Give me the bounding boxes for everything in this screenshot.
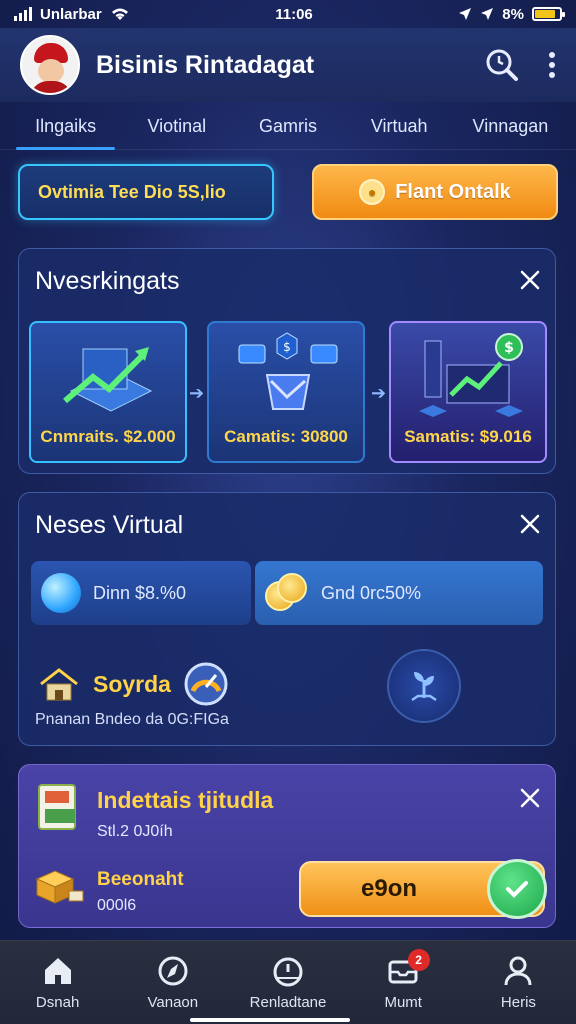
plant-icon xyxy=(411,672,437,702)
nav-home[interactable]: Dsnah xyxy=(0,941,115,1024)
investment-tile-3-label: Samatis: $9.016 xyxy=(404,427,532,446)
search-history-button[interactable] xyxy=(484,47,520,83)
tab-virtuah[interactable]: Virtuah xyxy=(344,102,455,150)
coin-icon: ● xyxy=(359,179,386,205)
nav-explore[interactable]: Vanaon xyxy=(115,941,230,1024)
nav-home-label: Dsnah xyxy=(35,994,80,1011)
tab-gamris[interactable]: Gamris xyxy=(232,102,343,150)
plant-button[interactable] xyxy=(387,649,461,723)
clock: 11:06 xyxy=(275,5,313,23)
house-icon xyxy=(40,668,78,701)
nav-profile-label: Heris xyxy=(500,994,536,1011)
promo-card: Indettais tjitudla Stl.2 0J0íh Beeonaht … xyxy=(18,764,556,928)
virtual-pill-left[interactable]: Dinn $8.%0 xyxy=(31,561,251,625)
svg-text:$: $ xyxy=(283,340,291,354)
battery-percent: 8% xyxy=(502,5,524,23)
nav-timer-label: Renladtane xyxy=(249,994,327,1011)
home-icon xyxy=(44,958,71,984)
carrier-name: Unlarbar xyxy=(40,5,102,23)
virtual-card: Neses Virtual Dinn $8.%0 Gnd 0rc50% Soyr… xyxy=(18,492,556,746)
investment-tile-3[interactable]: $ Samatis: $9.016 xyxy=(389,321,547,463)
balance-display: Ovtimia Tee Dio 5S,lio xyxy=(18,164,274,220)
tab-ilngaiks[interactable]: Ilngaiks xyxy=(10,102,121,150)
action-button-label: Flant Ontalk xyxy=(395,180,511,203)
confirm-button-label: e9on xyxy=(361,875,418,902)
arrow-right-icon: ➔ xyxy=(371,383,387,403)
location-icon xyxy=(459,8,472,20)
notification-badge: 2 xyxy=(407,949,430,971)
bottom-navigation: Dsnah Vanaon Renladtane 2 Mumt Heris xyxy=(0,940,576,1024)
svg-text:$: $ xyxy=(504,340,514,356)
battery-icon xyxy=(531,7,565,21)
more-button[interactable] xyxy=(548,51,556,79)
nav-profile[interactable]: Heris xyxy=(461,941,576,1024)
tab-vinnagan[interactable]: Vinnagan xyxy=(455,102,566,150)
status-bar: Unlarbar 11:06 8% xyxy=(0,0,576,28)
signal-icon xyxy=(14,7,32,21)
tab-viotinal[interactable]: Viotinal xyxy=(121,102,232,150)
promo-label: Beeonaht xyxy=(97,869,184,890)
nav-inbox[interactable]: 2 Mumt xyxy=(346,941,461,1024)
exchange-icon: $ xyxy=(238,332,338,410)
arrow-right-icon: ➔ xyxy=(189,383,205,403)
page-title: Bisinis Rintadagat xyxy=(96,50,315,79)
promo-subtitle: Stl.2 0J0íh xyxy=(97,823,173,840)
document-icon xyxy=(38,784,76,830)
more-vertical-icon xyxy=(549,52,555,78)
compass-icon xyxy=(158,956,188,986)
wifi-icon xyxy=(111,8,128,20)
virtual-note: Pnanan Bndeo da 0G:FIGa xyxy=(35,711,229,728)
app-header: Bisinis Rintadagat xyxy=(0,28,576,102)
coins-icon xyxy=(265,573,309,613)
close-icon[interactable] xyxy=(519,787,541,809)
bubble-icon xyxy=(41,573,81,613)
investment-tile-1[interactable]: Cnmraits. $2.000 xyxy=(29,321,187,463)
timer-icon xyxy=(273,957,303,987)
avatar[interactable] xyxy=(20,35,80,95)
user-icon xyxy=(504,956,532,986)
nav-explore-label: Vanaon xyxy=(147,994,199,1011)
promo-value: 000l6 xyxy=(97,897,137,914)
nav-inbox-label: Mumt xyxy=(384,994,422,1011)
investments-card: Nvesrkingats Cnmraits. $2.000 ➔ $ Camati… xyxy=(18,248,556,474)
close-icon[interactable] xyxy=(519,513,541,535)
investment-tile-2[interactable]: $ Camatis: 30800 xyxy=(207,321,365,463)
virtual-pill-left-label: Dinn $8.%0 xyxy=(93,582,187,603)
search-icon xyxy=(486,49,518,81)
tab-bar: Ilngaiks Viotinal Gamris Virtuah Vinnaga… xyxy=(0,102,576,150)
investment-tile-1-label: Cnmraits. $2.000 xyxy=(40,427,176,446)
nav-timer[interactable]: Renladtane xyxy=(230,941,345,1024)
home-indicator xyxy=(190,1018,350,1022)
dollar-chart-icon: $ xyxy=(419,333,523,417)
virtual-title: Neses Virtual xyxy=(35,511,184,539)
close-icon[interactable] xyxy=(519,269,541,291)
virtual-pill-right[interactable]: Gnd 0rc50% xyxy=(255,561,543,625)
confirm-button[interactable]: e9on xyxy=(299,859,547,919)
gauge-icon xyxy=(184,662,228,706)
investment-tile-2-label: Camatis: 30800 xyxy=(224,427,348,446)
action-button[interactable]: ● Flant Ontalk xyxy=(312,164,558,220)
soynda-label: Soyrda xyxy=(93,670,171,697)
promo-title: Indettais tjitudla xyxy=(97,787,274,813)
check-icon xyxy=(487,859,547,919)
investments-title: Nvesrkingats xyxy=(35,267,180,295)
growth-chart-icon xyxy=(63,347,153,412)
soynda-row[interactable]: Soyrda xyxy=(37,661,229,707)
location-icon xyxy=(481,8,494,20)
virtual-pill-right-label: Gnd 0rc50% xyxy=(321,582,422,603)
gold-bars-icon xyxy=(35,870,84,904)
